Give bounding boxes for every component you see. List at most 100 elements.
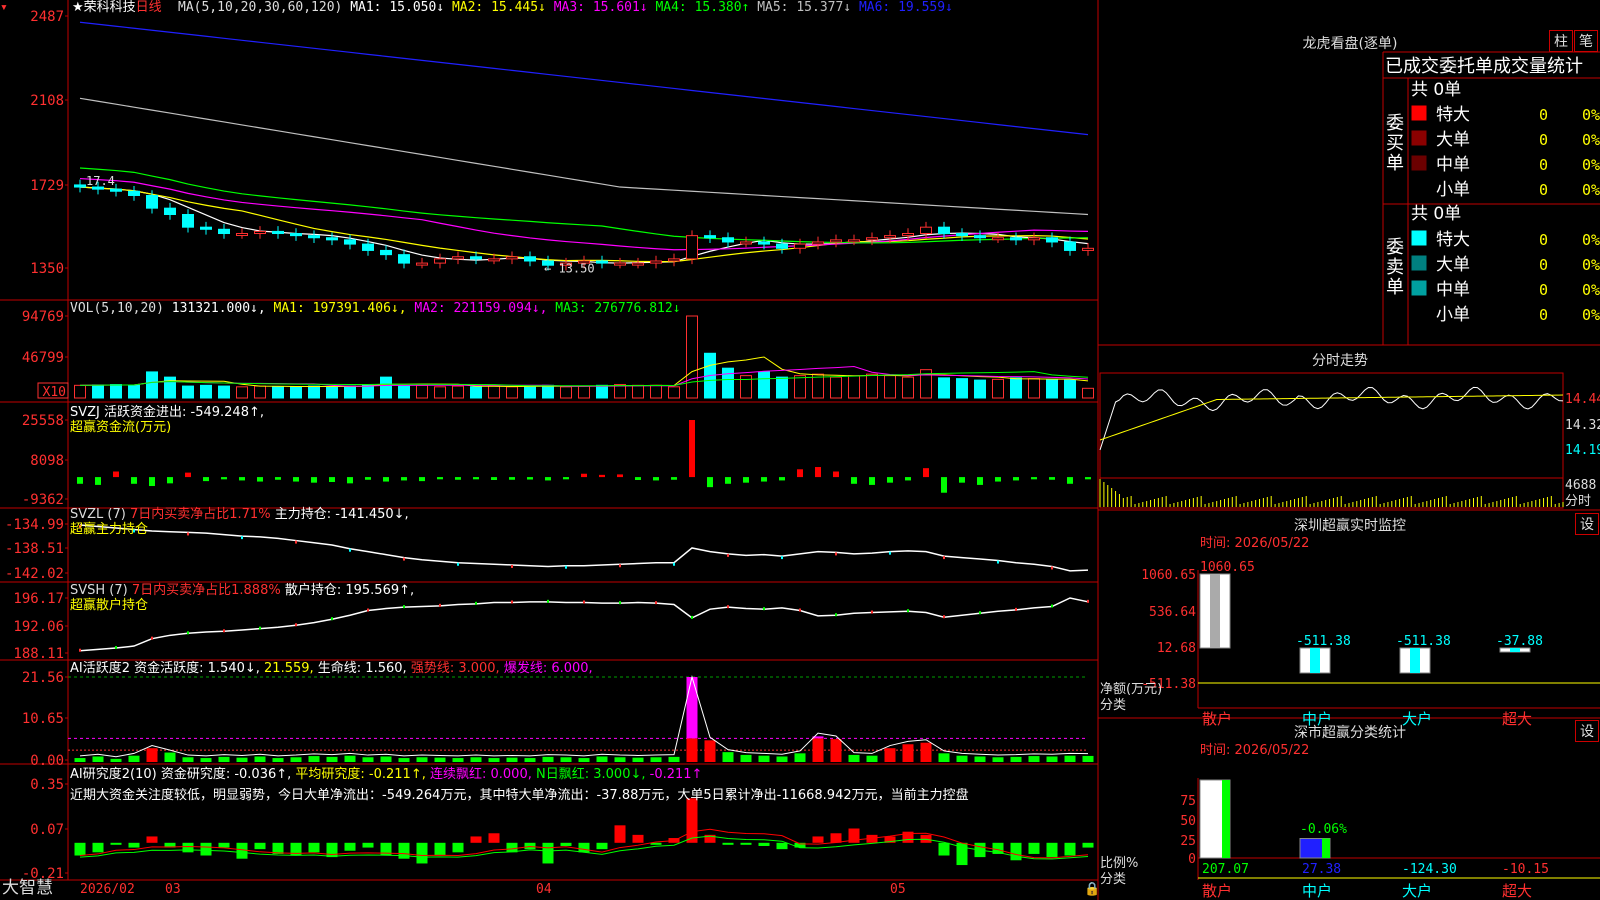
price-tick-2: 1729: [30, 178, 64, 194]
tick-button[interactable]: 笔: [1574, 30, 1598, 52]
svzj-bar: [437, 477, 443, 480]
svsh-tick-mark: [835, 613, 837, 617]
ai1-bar: [380, 756, 392, 762]
vol-value: 131321.000↓,: [171, 301, 266, 316]
volume-bar: [830, 376, 842, 399]
candle-body: [614, 262, 626, 266]
svzl-tick-0: -134.99: [5, 517, 64, 533]
price-tick-3: 1350: [30, 261, 64, 277]
ai2-header: AI研究度2(10) 资金研究度: -0.036↑, 平均研究度: -0.211…: [70, 767, 702, 783]
svzj-bar: [1067, 477, 1073, 484]
ai1-strong: 强势线: 3.000,: [410, 661, 500, 676]
price-tick-1: 2108: [30, 93, 64, 109]
top-left-marker[interactable]: ▾: [0, 0, 8, 16]
candle-body: [146, 194, 158, 209]
svzl-header: SVZL (7) 7日内买卖净占比1.71% 主力持仓: -141.450↓,: [70, 507, 409, 523]
volume-bar: [722, 367, 734, 399]
intraday-tick-1: 14.32: [1565, 418, 1600, 433]
svzj-bar: [95, 477, 101, 485]
svzj-bar: [833, 471, 839, 478]
ai1-activity: AI活跃度2 资金活跃度: 1.540↓,: [70, 661, 260, 676]
buy-total: 共 0单: [1411, 80, 1462, 100]
ai1-bar: [452, 758, 464, 762]
svzj-tick-2: -9362: [22, 492, 64, 508]
svzj-bar: [689, 420, 695, 478]
volume-bar: [92, 384, 104, 399]
ai1-bar: [830, 739, 842, 762]
svsh-ratio: 7日内买卖净占比1.888%: [131, 583, 281, 598]
ai2-bar: [740, 842, 752, 845]
candle-body: [326, 237, 338, 241]
ai1-bar: [848, 754, 860, 762]
svzj-bar: [113, 471, 119, 478]
svzj-bar: [329, 477, 335, 483]
volume-bar: [1010, 377, 1022, 399]
svzl-tick-mark: [349, 548, 351, 552]
sz-monitor-settings-button[interactable]: 设: [1575, 513, 1599, 535]
star-icon: ★: [72, 0, 84, 15]
ai2-bar: [1046, 842, 1058, 858]
ai1-bar: [938, 753, 950, 762]
ai1-tick-2: 0.00: [30, 753, 64, 769]
candle-body: [650, 260, 662, 264]
volume-bar: [362, 384, 374, 399]
ai2-bar: [632, 834, 644, 843]
candle-body: [128, 190, 140, 196]
ai2-bar: [776, 842, 788, 850]
ai1-tick-0: 21.56: [22, 670, 64, 686]
svsh-tick-mark: [295, 623, 297, 627]
candle-body: [956, 233, 968, 237]
volume-bar: [614, 384, 626, 399]
ai1-bar: [524, 758, 536, 762]
sz-class-settings-button[interactable]: 设: [1575, 720, 1599, 742]
volume-bar: [272, 386, 284, 399]
volume-bar: [650, 384, 662, 399]
ai2-bar: [542, 842, 554, 864]
svsh-tick-mark: [979, 611, 981, 615]
candle-body: [74, 184, 86, 188]
svzj-bar: [851, 477, 857, 484]
sz-class-value-1: 27.38: [1302, 862, 1341, 877]
candle-body: [524, 256, 536, 262]
vol-ma2: MA2: 221159.094↓,: [414, 301, 548, 316]
candle-body: [416, 262, 428, 266]
main-chart-canvas[interactable]: 2487210817291350 ← 13.5017.49476946799X10…: [0, 0, 1600, 900]
svzj-bar: [473, 477, 479, 480]
volume-bar: [884, 375, 896, 399]
buy-row-0-name: 特大: [1436, 105, 1470, 125]
candle-body: [110, 188, 122, 192]
ai1-bar: [1010, 756, 1022, 762]
volume-bar: [488, 385, 500, 399]
ma-value-5: MA5: 15.377↓: [749, 0, 852, 15]
period-label[interactable]: 日线: [136, 0, 162, 15]
svzl-tick-mark: [889, 551, 891, 555]
lock-icon[interactable]: 🔒: [1084, 882, 1100, 898]
candle-body: [452, 256, 464, 260]
candle-body: [344, 239, 356, 245]
intraday-tick-2: 14.19: [1565, 443, 1600, 458]
buy-row-3-swatch: [1411, 180, 1427, 196]
ai1-bar: [542, 756, 554, 762]
ai2-bar: [416, 842, 428, 864]
ai2-bar: [830, 833, 842, 843]
ai2-tick-1: 0.07: [30, 822, 64, 838]
svzj-bar: [167, 477, 173, 484]
svzl-tick-mark: [187, 532, 189, 536]
sz-monitor-value-1: -511.38: [1296, 634, 1351, 649]
candle-body: [974, 235, 986, 239]
ai2-bar: [362, 842, 374, 848]
svzl-tick-mark: [619, 564, 621, 568]
column-button[interactable]: 柱: [1549, 30, 1573, 52]
svsh-tick-mark: [763, 607, 765, 611]
sz-monitor-cat-0: 散户: [1202, 710, 1232, 728]
sz-monitor-bar-core-2: [1410, 648, 1420, 673]
svzj-tick-0: 25558: [22, 413, 64, 429]
ai2-bar: [74, 842, 86, 856]
volume-bar: [902, 376, 914, 399]
volume-bar: [686, 315, 698, 399]
ai2-bar: [344, 842, 356, 851]
sell-row-3-percent: 0%: [1582, 306, 1600, 324]
ai1-bar: [920, 742, 932, 762]
ai2-bar: [146, 836, 158, 843]
svsh-tick-mark: [439, 603, 441, 607]
